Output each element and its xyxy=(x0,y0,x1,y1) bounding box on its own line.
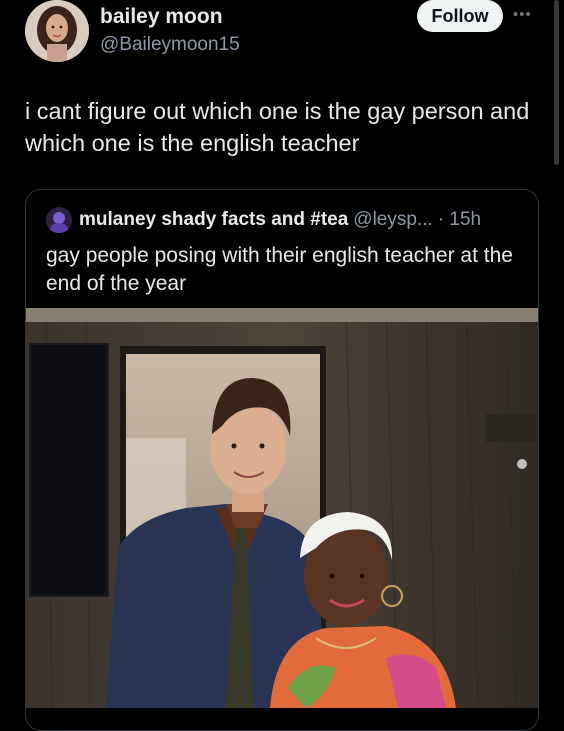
quoted-photo[interactable] xyxy=(26,307,538,709)
quoted-avatar[interactable] xyxy=(46,207,72,233)
author-handle[interactable]: @Baileymoon15 xyxy=(100,34,240,56)
scrollbar[interactable] xyxy=(554,0,559,165)
quoted-header: mulaney shady facts and #tea @leysp... ·… xyxy=(46,207,481,233)
author-name[interactable]: bailey moon xyxy=(100,5,223,29)
quoted-text: gay people posing with their english tea… xyxy=(46,244,513,295)
avatar[interactable] xyxy=(25,0,89,62)
follow-button[interactable]: Follow xyxy=(417,0,503,32)
quoted-tweet[interactable]: mulaney shady facts and #tea @leysp... ·… xyxy=(25,189,539,731)
tweet-text: i cant figure out which one is the gay p… xyxy=(25,98,530,156)
more-icon[interactable]: ••• xyxy=(513,6,532,23)
quoted-timestamp[interactable]: · 15h xyxy=(438,209,481,231)
quoted-author-name[interactable]: mulaney shady facts and #tea xyxy=(79,209,348,231)
quoted-author-handle[interactable]: @leysp... xyxy=(353,209,432,231)
